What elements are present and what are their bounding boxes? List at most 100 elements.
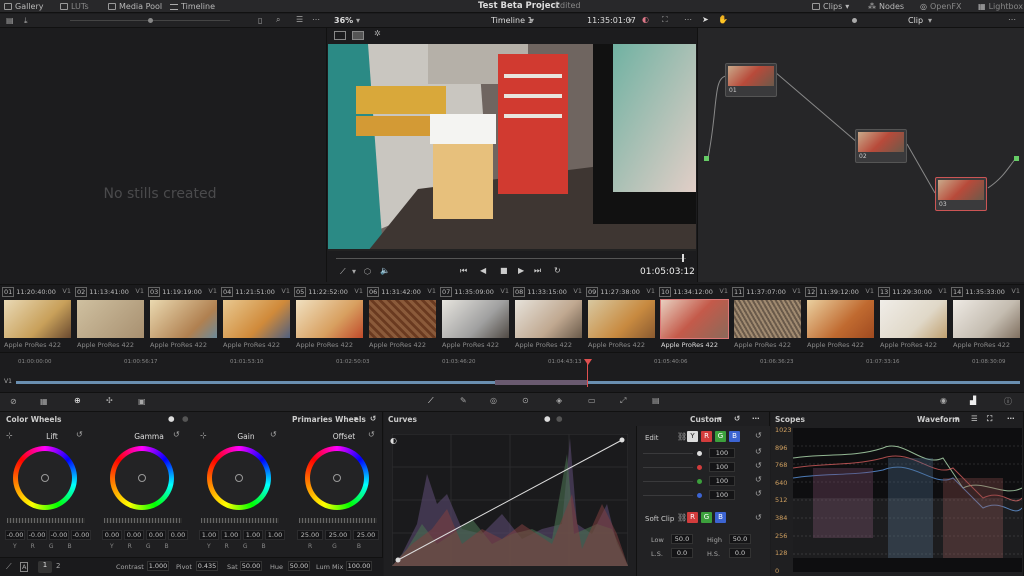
reset-all-icon[interactable]: ↺: [370, 414, 376, 423]
clip-thumbnail-12[interactable]: 12 11:39:12:00 V1 Apple ProRes 422: [805, 285, 876, 351]
clip-thumbnail-01[interactable]: 01 11:20:40:00 V1 Apple ProRes 422: [2, 285, 73, 351]
color-wheel-lift[interactable]: [13, 446, 77, 510]
lightbox-tab[interactable]: ▦ Lightbox: [978, 0, 1023, 13]
softclip-r-button[interactable]: R: [687, 512, 698, 523]
qualifier-icon[interactable]: ✎: [460, 396, 467, 405]
pivot-field[interactable]: 0.435: [196, 561, 218, 571]
hand-tool-icon[interactable]: ✋: [718, 15, 728, 24]
softclip-b-button[interactable]: B: [715, 512, 726, 523]
color-wheel-offset[interactable]: [305, 446, 369, 510]
clip-thumbnail-11[interactable]: 11 11:37:07:00 V1 Apple ProRes 422: [732, 285, 803, 351]
timeline-chevron-icon[interactable]: ▾: [530, 16, 534, 25]
reset-wheel-icon[interactable]: ↺: [173, 430, 180, 439]
reset-channel-icon[interactable]: ↺: [755, 489, 762, 498]
last-frame-icon[interactable]: ⏭: [534, 266, 541, 276]
channel-y-button[interactable]: Y: [687, 431, 698, 442]
sat-field[interactable]: 50.00: [240, 561, 262, 571]
rgb-mixer-icon[interactable]: ✣: [106, 396, 113, 405]
clip-thumbnail-07[interactable]: 07 11:35:09:00 V1 Apple ProRes 422: [440, 285, 511, 351]
clip-thumbnail-14[interactable]: 14 11:35:33:00 V1 Apple ProRes 422: [951, 285, 1022, 351]
wheels-mode-chevron-icon[interactable]: ▾: [354, 414, 358, 423]
wheel-value-field[interactable]: 0.00: [124, 530, 144, 540]
curve-point-icon[interactable]: ◐: [390, 436, 397, 445]
scope-mode-chevron-icon[interactable]: ▾: [955, 414, 959, 423]
scope-mode-select[interactable]: Waveform: [917, 415, 960, 424]
openfx-tab[interactable]: ◎ OpenFX: [920, 0, 961, 13]
curves-graph[interactable]: [392, 434, 628, 566]
viewer-scrubber[interactable]: [336, 254, 686, 262]
search-icon[interactable]: ⌕: [276, 15, 280, 25]
wheel-value-field[interactable]: 1.00: [221, 530, 241, 540]
more-viewer-icon[interactable]: ⋯: [684, 15, 692, 24]
motion-effects-icon[interactable]: ▣: [138, 397, 146, 406]
channel-g-button[interactable]: G: [715, 431, 726, 442]
low-field[interactable]: 50.0: [671, 534, 693, 544]
picker-icon[interactable]: ⊹: [200, 431, 207, 440]
node-mode[interactable]: Clip: [908, 16, 923, 25]
gallery-tab[interactable]: Gallery: [4, 0, 44, 13]
node-02[interactable]: 02: [855, 129, 907, 163]
reverse-icon[interactable]: ◀: [480, 266, 486, 275]
reset-wheel-icon[interactable]: ↺: [368, 430, 375, 439]
node-editor[interactable]: 01 02 03: [697, 28, 1024, 282]
channel-slider[interactable]: [643, 467, 693, 468]
wheel-value-field[interactable]: 0.00: [168, 530, 188, 540]
window-icon[interactable]: ◎: [490, 396, 497, 405]
split-screen-icon[interactable]: [352, 31, 364, 40]
view-icon[interactable]: ▯: [258, 16, 262, 25]
wheel-value-field[interactable]: 25.00: [353, 530, 379, 540]
channel-slider[interactable]: [643, 453, 693, 454]
more-icon[interactable]: ⋯: [312, 15, 320, 24]
ls-field[interactable]: 0.0: [671, 548, 693, 558]
master-wheel-gamma[interactable]: [104, 518, 182, 523]
wheel-value-field[interactable]: 1.00: [265, 530, 285, 540]
media-pool-tab[interactable]: Media Pool: [108, 0, 162, 13]
wheel-value-field[interactable]: -0.00: [27, 530, 47, 540]
grab-still-icon[interactable]: ⤓: [24, 16, 28, 26]
clips-tab[interactable]: Clips ▾: [812, 0, 849, 13]
scope-settings-icon[interactable]: ☰: [971, 414, 978, 423]
softclip-g-button[interactable]: G: [701, 512, 712, 523]
soft-clip-link-icon[interactable]: ⛓: [677, 513, 687, 522]
node-mode-chevron-icon[interactable]: ▾: [928, 16, 932, 25]
channel-slider[interactable]: [643, 481, 693, 482]
master-wheel-offset[interactable]: [299, 518, 377, 523]
wheel-value-field[interactable]: 25.00: [325, 530, 351, 540]
color-match-icon[interactable]: ▦: [40, 397, 48, 406]
effects-overlay-icon[interactable]: ✲: [374, 29, 381, 38]
reset-wheel-icon[interactable]: ↺: [270, 430, 277, 439]
scopes-view-icon[interactable]: ◉: [940, 396, 947, 405]
hue-field[interactable]: 50.00: [288, 561, 310, 571]
first-frame-icon[interactable]: ⏮: [460, 266, 467, 276]
channel-b-button[interactable]: B: [729, 431, 740, 442]
clip-thumbnail-03[interactable]: 03 11:19:19:00 V1 Apple ProRes 422: [148, 285, 219, 351]
scope-expand-icon[interactable]: ⛶: [987, 414, 992, 424]
contrast-field[interactable]: 1.000: [147, 561, 169, 571]
channel-intensity-field[interactable]: 100: [709, 462, 735, 472]
3d-icon[interactable]: ▤: [652, 396, 660, 405]
high-field[interactable]: 50.0: [729, 534, 751, 544]
viewer-layout-icon[interactable]: [334, 31, 346, 40]
sizing-icon[interactable]: ⤢: [620, 396, 626, 406]
page-dot[interactable]: ●: [182, 414, 189, 423]
node-zoom-dot[interactable]: [852, 18, 857, 23]
loop-icon[interactable]: ↻: [554, 266, 561, 275]
wheel-value-field[interactable]: 1.00: [199, 530, 219, 540]
reset-wheel-icon[interactable]: ↺: [76, 430, 83, 439]
clip-thumbnail-10[interactable]: 10 11:34:12:00 V1 Apple ProRes 422: [659, 285, 730, 351]
stop-icon[interactable]: ■: [500, 266, 508, 275]
page-1-button[interactable]: 1: [38, 561, 52, 573]
luts-tab[interactable]: LUTs: [60, 0, 89, 13]
blur-icon[interactable]: ◈: [556, 396, 562, 405]
key-icon[interactable]: ▭: [588, 396, 596, 405]
list-view-icon[interactable]: ☰: [296, 15, 303, 24]
reset-softclip-icon[interactable]: ↺: [755, 513, 762, 522]
info-icon[interactable]: ⓘ: [1004, 396, 1012, 407]
nodes-tab[interactable]: ⁂ Nodes: [868, 0, 904, 13]
channel-intensity-field[interactable]: 100: [709, 448, 735, 458]
color-wheel-gain[interactable]: [207, 446, 271, 510]
page-dot[interactable]: ●: [544, 414, 551, 423]
hs-field[interactable]: 0.0: [729, 548, 751, 558]
timecode-chevron-icon[interactable]: ▾: [628, 16, 632, 25]
reset-channel-icon[interactable]: ↺: [755, 475, 762, 484]
